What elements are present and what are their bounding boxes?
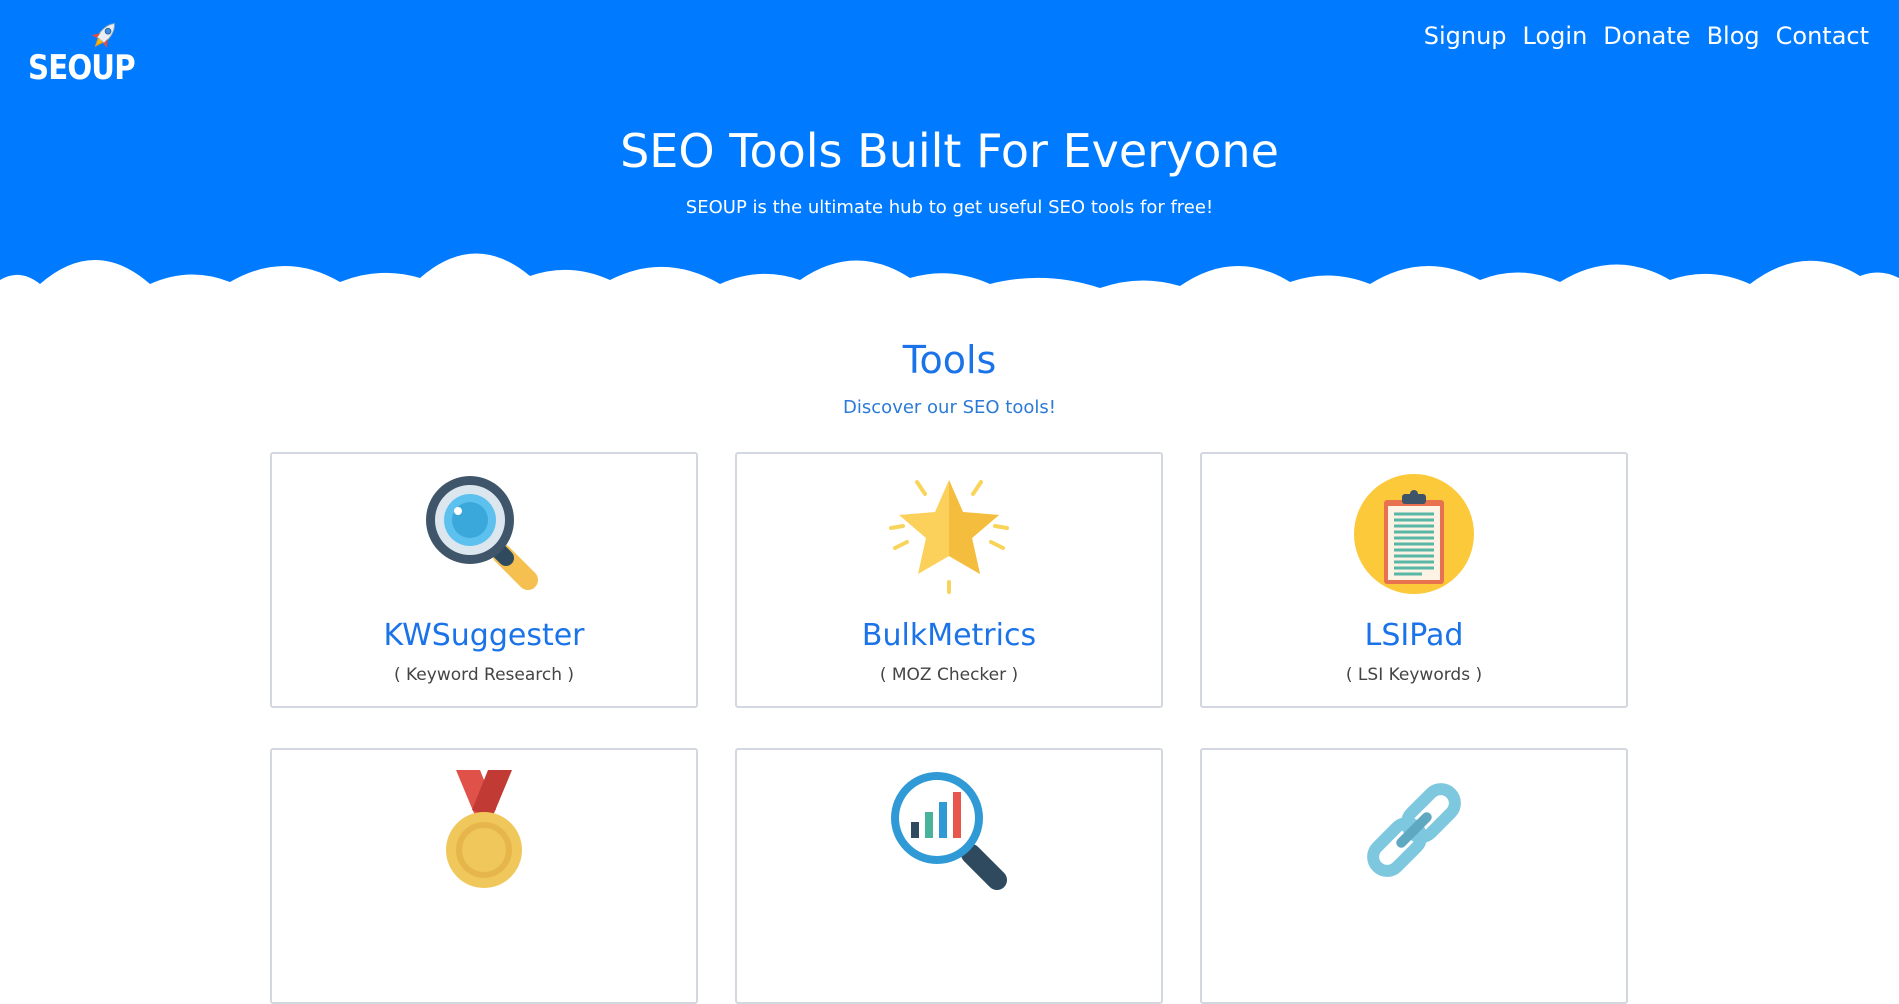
site-logo[interactable]: SEOUP — [28, 18, 136, 88]
tool-card-bulkmetrics[interactable]: BulkMetrics ( MOZ Checker ) — [735, 452, 1163, 708]
tool-description: ( MOZ Checker ) — [879, 665, 1019, 685]
nav-donate[interactable]: Donate — [1603, 22, 1690, 50]
clipboard-icon — [1354, 474, 1474, 594]
logo-text: SEOUP — [28, 48, 136, 88]
hero-title: SEO Tools Built For Everyone — [620, 124, 1279, 178]
tool-name: BulkMetrics — [861, 618, 1037, 653]
tool-card[interactable] — [270, 748, 698, 1004]
nav-contact[interactable]: Contact — [1776, 22, 1869, 50]
tool-description: ( Keyword Research ) — [393, 665, 575, 685]
medal-icon — [446, 770, 522, 888]
star-icon — [889, 480, 1009, 594]
nav-login[interactable]: Login — [1523, 22, 1588, 50]
analytics-magnifier-icon — [891, 772, 1007, 890]
tool-name: KWSuggester — [383, 618, 585, 653]
hero-subtitle: SEOUP is the ultimate hub to get useful … — [685, 197, 1214, 218]
tool-name: LSIPad — [1364, 618, 1464, 653]
nav-signup[interactable]: Signup — [1424, 22, 1507, 50]
top-nav: Signup Login Donate Blog Contact — [1424, 22, 1869, 50]
tools-grid: KWSuggester ( Keyword Research ) BulkMet… — [270, 452, 1630, 1004]
tool-description: ( LSI Keywords ) — [1345, 665, 1483, 685]
hero-banner: SEOUP Signup Login Donate Blog Contact S… — [0, 0, 1899, 320]
tool-card-lsipad[interactable]: LSIPad ( LSI Keywords ) — [1200, 452, 1628, 708]
tool-card[interactable] — [1200, 748, 1628, 1004]
tool-card-kwsuggester[interactable]: KWSuggester ( Keyword Research ) — [270, 452, 698, 708]
nav-blog[interactable]: Blog — [1707, 22, 1760, 50]
chain-link-icon — [1367, 783, 1461, 877]
tool-card[interactable] — [735, 748, 1163, 1004]
tools-subtitle: Discover our SEO tools! — [843, 397, 1056, 418]
magnifier-icon — [426, 476, 538, 590]
cloud-divider — [0, 253, 1899, 320]
tools-title: Tools — [902, 338, 997, 382]
